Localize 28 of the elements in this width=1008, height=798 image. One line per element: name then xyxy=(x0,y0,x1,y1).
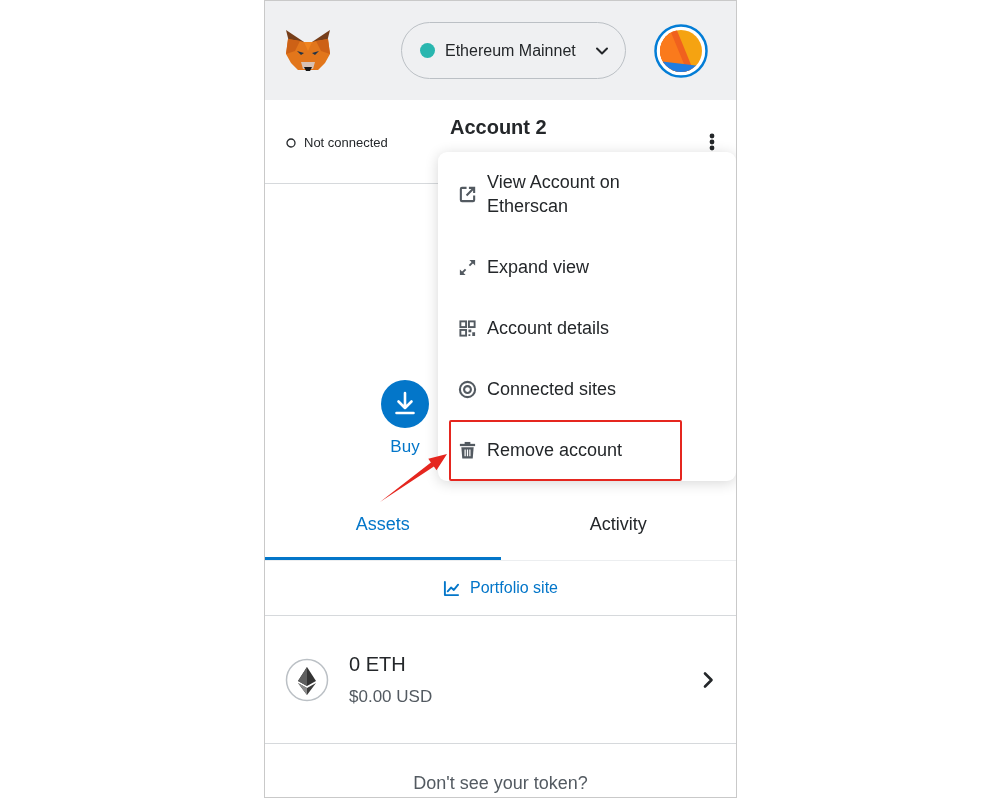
portfolio-link[interactable]: Portfolio site xyxy=(442,579,558,597)
menu-item[interactable]: Account details xyxy=(449,298,682,359)
buy-button[interactable]: Buy xyxy=(381,380,429,457)
tab[interactable]: Assets xyxy=(265,489,501,560)
chevron-right-icon[interactable] xyxy=(702,670,714,689)
menu-item[interactable]: Connected sites xyxy=(449,359,682,420)
account-avatar-icon[interactable] xyxy=(654,23,708,78)
token-prompt: Don't see your token? xyxy=(413,773,588,794)
token-amount: 0 ETH xyxy=(349,652,407,676)
qr-code-icon xyxy=(458,318,477,338)
kebab-menu-icon[interactable] xyxy=(709,132,715,151)
menu-item[interactable]: Remove account xyxy=(449,420,682,481)
account-name: Account 2 xyxy=(450,116,547,139)
network-selector[interactable]: Ethereum Mainnet xyxy=(401,22,626,79)
download-icon xyxy=(381,380,429,428)
external-link-icon xyxy=(458,184,477,204)
menu-item[interactable]: Expand view xyxy=(449,237,682,298)
tab[interactable]: Activity xyxy=(500,489,736,560)
status-circle-icon xyxy=(286,137,296,148)
fiat-value: $0.00 USD xyxy=(349,686,433,707)
fox-head-icon xyxy=(285,28,331,73)
line-chart-icon xyxy=(442,579,460,597)
trash-icon xyxy=(458,440,477,460)
status-dot-icon xyxy=(420,43,435,58)
expand-icon xyxy=(458,257,477,277)
target-icon xyxy=(458,379,477,399)
connection-status: Not connected xyxy=(304,135,388,150)
menu-item[interactable]: View Account on Etherscan xyxy=(449,152,682,237)
